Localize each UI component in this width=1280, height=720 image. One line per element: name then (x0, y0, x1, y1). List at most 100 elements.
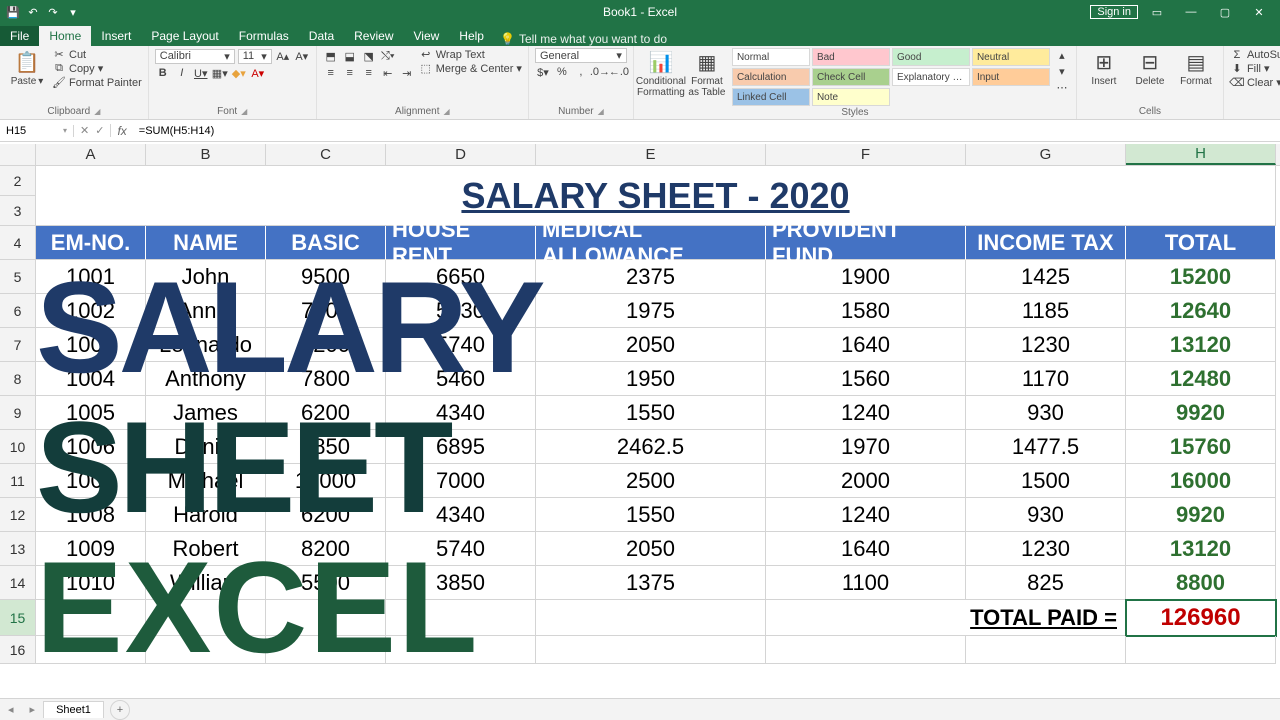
cell[interactable] (266, 600, 386, 636)
cell[interactable]: 1550 (536, 396, 766, 430)
decrease-font-icon[interactable]: A▾ (294, 48, 310, 64)
row-header[interactable]: 15 (0, 600, 36, 636)
cell[interactable] (36, 636, 146, 664)
cell[interactable]: 1375 (536, 566, 766, 600)
accounting-icon[interactable]: $▾ (535, 64, 551, 80)
tab-data[interactable]: Data (299, 26, 344, 46)
autosave-icon[interactable]: 💾 (6, 5, 20, 19)
cell[interactable]: 2050 (536, 328, 766, 362)
minimize-icon[interactable]: — (1176, 6, 1206, 18)
row-header[interactable]: 8 (0, 362, 36, 396)
font-name-select[interactable]: Calibri▾ (155, 49, 235, 64)
autosum-button[interactable]: ΣAutoSum ▾ (1230, 48, 1280, 61)
style-item[interactable]: Linked Cell (732, 88, 810, 106)
cancel-formula-icon[interactable]: ✕ (80, 124, 89, 137)
tab-file[interactable]: File (0, 26, 39, 46)
fill-color-button[interactable]: ◆▾ (231, 65, 247, 81)
row-header[interactable]: 7 (0, 328, 36, 362)
cell[interactable]: 13120 (1126, 328, 1276, 362)
wrap-text-button[interactable]: ↩Wrap Text (419, 48, 522, 61)
ribbon-options-icon[interactable]: ▭ (1142, 6, 1172, 19)
cell[interactable]: 1560 (766, 362, 966, 396)
copy-button[interactable]: ⧉Copy ▾ (52, 62, 142, 75)
cell[interactable]: 1001 (36, 260, 146, 294)
cell[interactable]: 6650 (386, 260, 536, 294)
cell[interactable]: 1970 (766, 430, 966, 464)
cell[interactable]: HOUSE RENT (386, 226, 536, 260)
style-item[interactable]: Good (892, 48, 970, 66)
cell[interactable]: 930 (966, 396, 1126, 430)
cell[interactable]: Harold (146, 498, 266, 532)
cell[interactable]: 825 (966, 566, 1126, 600)
row-header[interactable]: 5 (0, 260, 36, 294)
cell[interactable]: TOTAL (1126, 226, 1276, 260)
cell[interactable]: 1006 (36, 430, 146, 464)
gallery-down-icon[interactable]: ▾ (1054, 64, 1070, 79)
cell[interactable]: INCOME TAX (966, 226, 1126, 260)
format-painter-button[interactable]: 🖌Format Painter (52, 76, 142, 89)
column-header[interactable]: C (266, 144, 386, 165)
worksheet[interactable]: ABCDEFGH 23SALARY SHEET - 20204EM-NO.NAM… (0, 144, 1280, 698)
fx-icon[interactable]: fx (111, 124, 132, 138)
delete-cells-button[interactable]: ⊟Delete (1129, 48, 1171, 88)
style-item[interactable]: Note (812, 88, 890, 106)
cell[interactable]: Robert (146, 532, 266, 566)
cell[interactable]: Leonardo (146, 328, 266, 362)
cell[interactable]: 15760 (1126, 430, 1276, 464)
tab-pagelayout[interactable]: Page Layout (141, 26, 228, 46)
signin-button[interactable]: Sign in (1090, 5, 1138, 19)
cell[interactable]: 3850 (386, 566, 536, 600)
grand-total-value[interactable]: 126960 (1126, 600, 1276, 636)
cell[interactable] (146, 600, 266, 636)
border-button[interactable]: ▦▾ (212, 65, 228, 81)
row-header[interactable]: 23 (0, 166, 36, 226)
align-right-icon[interactable]: ≡ (361, 65, 377, 81)
cell[interactable]: John (146, 260, 266, 294)
orientation-icon[interactable]: ⤭▾ (380, 48, 396, 64)
cell[interactable] (386, 636, 536, 664)
cell[interactable]: 10000 (266, 464, 386, 498)
cell[interactable]: 1185 (966, 294, 1126, 328)
cell[interactable]: 1550 (536, 498, 766, 532)
cell-styles-gallery[interactable]: NormalBadGoodNeutralCalculationCheck Cel… (732, 48, 1050, 106)
cell[interactable]: 13120 (1126, 532, 1276, 566)
cell[interactable]: 1975 (536, 294, 766, 328)
cell[interactable]: 1100 (766, 566, 966, 600)
cell[interactable]: William (146, 566, 266, 600)
increase-decimal-icon[interactable]: .0→ (592, 64, 608, 80)
tab-nav-prev-icon[interactable]: ◂ (0, 703, 22, 716)
cell[interactable]: 1002 (36, 294, 146, 328)
cell[interactable] (386, 600, 536, 636)
cell[interactable]: Daniel (146, 430, 266, 464)
cell[interactable]: 2462.5 (536, 430, 766, 464)
cell[interactable]: 5530 (386, 294, 536, 328)
cell[interactable]: 1004 (36, 362, 146, 396)
cell[interactable]: 2375 (536, 260, 766, 294)
tab-insert[interactable]: Insert (91, 26, 141, 46)
tell-me[interactable]: 💡 Tell me what you want to do (500, 32, 667, 46)
cell[interactable]: 1580 (766, 294, 966, 328)
cell[interactable]: 1640 (766, 328, 966, 362)
conditional-formatting-button[interactable]: 📊 Conditional Formatting (640, 48, 682, 98)
grand-total-label[interactable]: TOTAL PAID = (766, 600, 1126, 636)
align-bottom-icon[interactable]: ⬔ (361, 48, 377, 64)
cell[interactable]: 16000 (1126, 464, 1276, 498)
cell[interactable]: 5740 (386, 532, 536, 566)
cell[interactable] (536, 636, 766, 664)
cell[interactable]: 1640 (766, 532, 966, 566)
row-header[interactable]: 11 (0, 464, 36, 498)
cell[interactable]: 1500 (966, 464, 1126, 498)
underline-button[interactable]: U▾ (193, 65, 209, 81)
cell[interactable]: 5740 (386, 328, 536, 362)
cell[interactable]: 1477.5 (966, 430, 1126, 464)
qat-more-icon[interactable]: ▾ (66, 5, 80, 19)
style-item[interactable]: Check Cell (812, 68, 890, 86)
cell[interactable]: 2050 (536, 532, 766, 566)
select-all-corner[interactable] (0, 144, 36, 165)
row-header[interactable]: 10 (0, 430, 36, 464)
cell[interactable]: 2500 (536, 464, 766, 498)
tab-review[interactable]: Review (344, 26, 403, 46)
dialog-launcher-icon[interactable]: ◢ (598, 107, 604, 116)
cell[interactable] (266, 636, 386, 664)
row-header[interactable]: 6 (0, 294, 36, 328)
